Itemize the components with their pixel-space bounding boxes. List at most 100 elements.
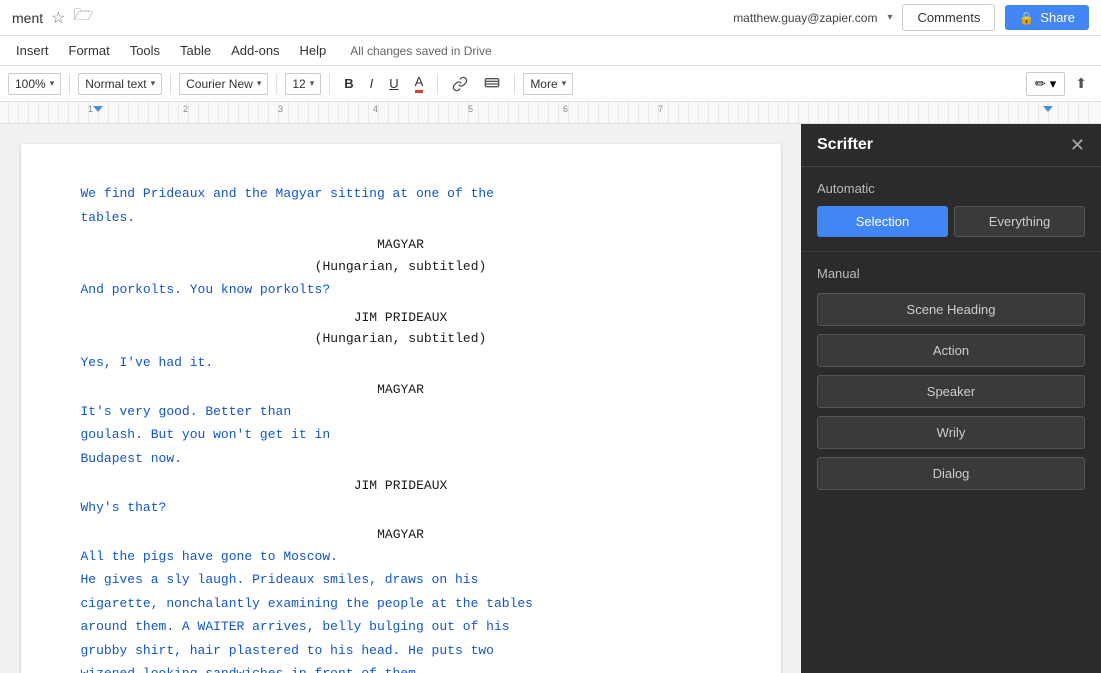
toolbar: 100% ▾ Normal text ▾ Courier New ▾ 12 ▾ …	[0, 66, 1101, 102]
sidebar-header: Scrifter ✕	[801, 124, 1101, 167]
share-button[interactable]: 🔒 Share	[1005, 5, 1089, 30]
page: We find Prideaux and the Magyar sitting …	[21, 144, 781, 673]
user-email: matthew.guay@zapier.com	[733, 11, 877, 25]
size-caret: ▾	[310, 78, 315, 89]
selection-button[interactable]: Selection	[817, 206, 948, 237]
menu-tools[interactable]: Tools	[122, 39, 168, 62]
share-label: Share	[1040, 10, 1075, 25]
line-4: (Hungarian, subtitled)	[81, 257, 721, 277]
font-group: Courier New ▾	[179, 73, 268, 95]
sep-5	[437, 74, 438, 94]
expand-button[interactable]: ⬆	[1069, 73, 1093, 94]
size-dropdown[interactable]: 12 ▾	[285, 73, 321, 95]
folder-icon[interactable]: 🗁	[73, 4, 93, 31]
scrifter-sidebar: Scrifter ✕ Automatic Selection Everythin…	[801, 124, 1101, 673]
line-16: All the pigs have gone to Moscow.	[81, 547, 721, 567]
user-dropdown-arrow[interactable]: ▾	[887, 12, 892, 23]
menu-format[interactable]: Format	[61, 39, 118, 62]
pen-caret: ▾	[1050, 76, 1057, 92]
link-button[interactable]	[446, 73, 474, 95]
font-dropdown[interactable]: Courier New ▾	[179, 73, 268, 95]
italic-button[interactable]: I	[364, 73, 380, 94]
menu-bar: Insert Format Tools Table Add-ons Help A…	[0, 36, 1101, 66]
menu-addons[interactable]: Add-ons	[223, 39, 287, 62]
ruler-inner: 1 2 3 4 5 6 7	[8, 102, 1093, 123]
line-18: cigarette, nonchalantly examining the pe…	[81, 594, 721, 614]
top-bar-right: matthew.guay@zapier.com ▾ Comments 🔒 Sha…	[733, 4, 1089, 31]
ruler: 1 2 3 4 5 6 7	[0, 102, 1101, 124]
action-button[interactable]: Action	[817, 334, 1085, 367]
style-caret: ▾	[151, 78, 156, 89]
bold-button[interactable]: B	[338, 73, 359, 94]
line-5: And porkolts. You know porkolts?	[81, 280, 721, 300]
line-7: (Hungarian, subtitled)	[81, 329, 721, 349]
zoom-caret: ▾	[50, 78, 55, 89]
style-dropdown[interactable]: Normal text ▾	[78, 73, 162, 95]
pen-icon: ✏	[1035, 76, 1046, 92]
comments-button[interactable]: Comments	[902, 4, 995, 31]
line-9: MAGYAR	[81, 380, 721, 400]
speaker-button[interactable]: Speaker	[817, 375, 1085, 408]
manual-label: Manual	[817, 266, 1085, 281]
automatic-btn-group: Selection Everything	[817, 206, 1085, 237]
script-content[interactable]: We find Prideaux and the Magyar sitting …	[81, 184, 721, 673]
wrily-button[interactable]: Wrily	[817, 416, 1085, 449]
sep-6	[514, 74, 515, 94]
line-1: We find Prideaux and the Magyar sitting …	[81, 184, 721, 204]
line-11: goulash. But you won't get it in	[81, 425, 721, 445]
manual-section: Manual Scene Heading Action Speaker Wril…	[801, 252, 1101, 512]
line-2: tables.	[81, 208, 721, 228]
ruler-mark-3: 3	[278, 104, 283, 114]
scene-heading-button[interactable]: Scene Heading	[817, 293, 1085, 326]
doc-title: ment	[12, 10, 43, 26]
menu-help[interactable]: Help	[292, 39, 335, 62]
zoom-group: 100% ▾	[8, 73, 61, 95]
sep-2	[170, 74, 171, 94]
sep-4	[329, 74, 330, 94]
star-icon[interactable]: ☆	[51, 8, 65, 28]
size-group: 12 ▾	[285, 73, 321, 95]
sidebar-close-button[interactable]: ✕	[1070, 136, 1085, 154]
more-dropdown[interactable]: More ▾	[523, 73, 573, 95]
ruler-mark-7: 7	[658, 104, 663, 114]
font-color-label: A	[415, 74, 424, 93]
doc-area[interactable]: We find Prideaux and the Magyar sitting …	[0, 124, 801, 673]
top-bar-left: ment ☆ 🗁	[12, 4, 93, 31]
automatic-label: Automatic	[817, 181, 1085, 196]
ruler-right-margin[interactable]	[1043, 106, 1053, 112]
ruler-left-margin[interactable]	[93, 106, 103, 112]
dialog-button[interactable]: Dialog	[817, 457, 1085, 490]
pen-button[interactable]: ✏ ▾	[1026, 72, 1065, 96]
line-19: around them. A WAITER arrives, belly bul…	[81, 617, 721, 637]
font-color-button[interactable]: A	[409, 71, 430, 96]
ruler-mark-6: 6	[563, 104, 568, 114]
line-15: MAGYAR	[81, 525, 721, 545]
menu-insert[interactable]: Insert	[8, 39, 57, 62]
line-20: grubby shirt, hair plastered to his head…	[81, 641, 721, 661]
zoom-dropdown[interactable]: 100% ▾	[8, 73, 61, 95]
style-group: Normal text ▾	[78, 73, 162, 95]
line-12: Budapest now.	[81, 449, 721, 469]
zoom-value: 100%	[15, 77, 46, 91]
ruler-mark-1: 1	[88, 104, 93, 114]
more-caret: ▾	[562, 78, 567, 89]
sidebar-title: Scrifter	[817, 136, 873, 154]
more-label: More	[530, 77, 557, 91]
line-6: JIM PRIDEAUX	[81, 308, 721, 328]
font-value: Courier New	[186, 77, 253, 91]
font-caret: ▾	[257, 78, 262, 89]
line-3: MAGYAR	[81, 235, 721, 255]
autosave-status: All changes saved in Drive	[350, 44, 491, 58]
automatic-section: Automatic Selection Everything	[801, 167, 1101, 252]
menu-table[interactable]: Table	[172, 39, 219, 62]
sep-3	[276, 74, 277, 94]
sep-1	[69, 74, 70, 94]
underline-button[interactable]: U	[383, 73, 404, 94]
comment-inline-button[interactable]	[478, 73, 506, 95]
everything-button[interactable]: Everything	[954, 206, 1085, 237]
line-8: Yes, I've had it.	[81, 353, 721, 373]
style-value: Normal text	[85, 77, 146, 91]
lock-icon: 🔒	[1019, 11, 1034, 25]
line-10: It's very good. Better than	[81, 402, 721, 422]
line-17: He gives a sly laugh. Prideaux smiles, d…	[81, 570, 721, 590]
